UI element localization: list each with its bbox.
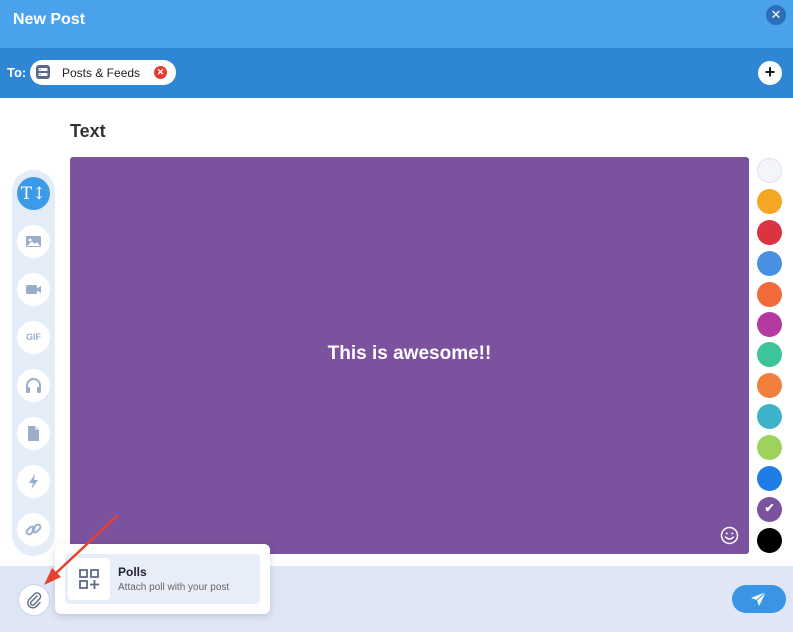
recipient-chip[interactable]: Posts & Feeds ✕ bbox=[30, 60, 176, 85]
lightning-icon[interactable] bbox=[17, 465, 50, 498]
color-swatch[interactable] bbox=[757, 466, 782, 491]
color-swatch-selected[interactable]: ✔ bbox=[757, 497, 782, 522]
poll-grid-icon bbox=[68, 558, 110, 600]
modal-title: New Post bbox=[13, 11, 86, 28]
polls-description: Attach poll with your post bbox=[118, 582, 230, 593]
feed-icon bbox=[36, 65, 50, 79]
color-swatch[interactable] bbox=[757, 282, 782, 307]
link-icon[interactable] bbox=[17, 513, 50, 546]
headphones-icon[interactable] bbox=[17, 369, 50, 402]
to-label: To: bbox=[7, 65, 27, 80]
text-icon[interactable]: T↕ bbox=[17, 177, 50, 210]
paperclip-icon[interactable] bbox=[18, 584, 50, 616]
polls-menu-item[interactable]: Polls Attach poll with your post bbox=[65, 554, 260, 604]
color-swatch[interactable] bbox=[757, 189, 782, 214]
color-swatch[interactable] bbox=[757, 342, 782, 367]
send-icon bbox=[751, 591, 767, 606]
close-icon[interactable]: ✕ bbox=[766, 5, 786, 25]
remove-icon[interactable]: ✕ bbox=[154, 66, 167, 79]
section-title: Text bbox=[70, 121, 106, 141]
gif-icon[interactable]: GIF bbox=[17, 321, 50, 354]
send-button[interactable] bbox=[732, 585, 786, 613]
post-text[interactable]: This is awesome!! bbox=[70, 343, 749, 365]
attach-menu: Polls Attach poll with your post bbox=[55, 544, 270, 614]
recipient-chip-label: Posts & Feeds bbox=[62, 66, 141, 80]
color-swatch[interactable] bbox=[757, 251, 782, 276]
check-icon: ✔ bbox=[764, 501, 775, 515]
color-swatch[interactable] bbox=[757, 312, 782, 337]
modal-header: New Post ✕ bbox=[0, 0, 793, 48]
document-icon[interactable] bbox=[17, 417, 50, 450]
color-swatch[interactable] bbox=[757, 435, 782, 460]
image-icon[interactable] bbox=[17, 225, 50, 258]
content-type-toolbar: T↕ GIF bbox=[12, 170, 55, 556]
plus-icon[interactable]: + bbox=[758, 61, 782, 85]
color-swatch[interactable] bbox=[757, 528, 782, 553]
color-swatch[interactable] bbox=[757, 158, 782, 183]
video-icon[interactable] bbox=[17, 273, 50, 306]
color-swatch[interactable] bbox=[757, 373, 782, 398]
smiley-icon[interactable] bbox=[720, 526, 739, 545]
polls-title: Polls bbox=[118, 565, 147, 579]
color-swatch[interactable] bbox=[757, 404, 782, 429]
post-canvas[interactable]: This is awesome!! bbox=[70, 157, 749, 554]
color-swatch[interactable] bbox=[757, 220, 782, 245]
recipient-bar: To: Posts & Feeds ✕ + bbox=[0, 48, 793, 98]
